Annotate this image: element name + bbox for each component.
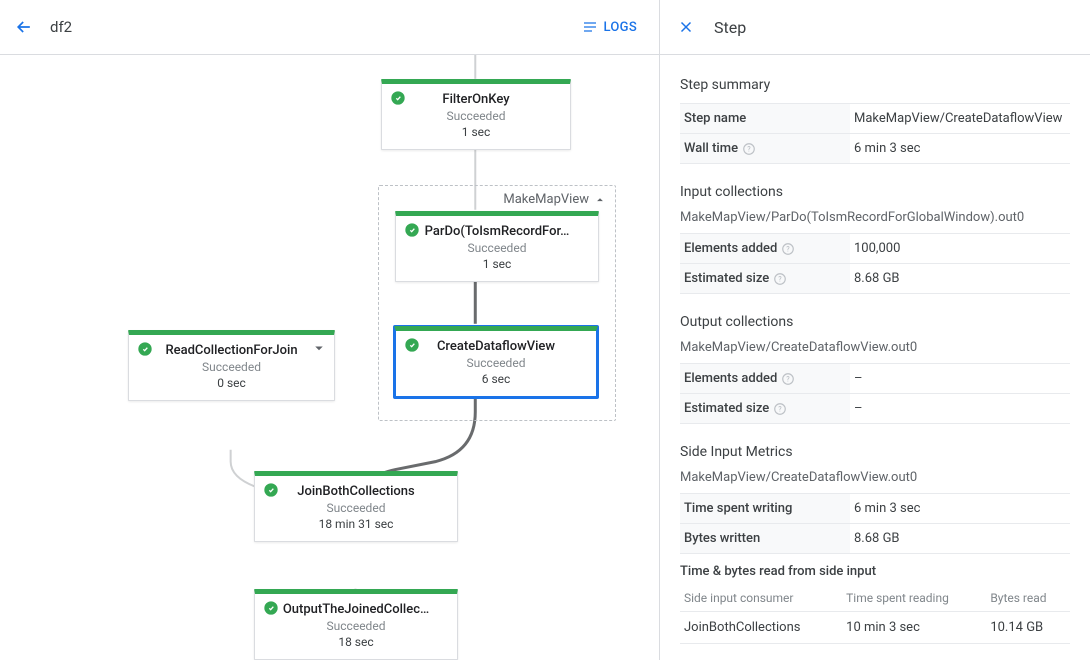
panel-title: Step [714, 18, 746, 37]
section-side-input: Side Input Metrics [680, 444, 1070, 460]
node-title: OutputTheJoinedCollec… [267, 602, 445, 617]
label-time-writing: Time spent writing [684, 501, 792, 516]
check-icon [263, 482, 279, 498]
check-icon [404, 337, 420, 353]
side-read-heading: Time & bytes read from side input [680, 564, 1070, 579]
node-title: FilterOnKey [394, 92, 558, 107]
value-estimated-size: 8.68 GB [850, 264, 1070, 294]
cell-consumer: JoinBothCollections [680, 612, 842, 644]
col-time: Time spent reading [842, 585, 986, 612]
job-name: df2 [50, 18, 72, 36]
section-output-collections: Output collections [680, 314, 1070, 330]
help-icon[interactable]: ? [773, 272, 787, 286]
help-icon[interactable]: ? [781, 372, 795, 386]
node-time: 1 sec [408, 257, 586, 271]
node-time: 18 sec [267, 635, 445, 649]
section-input-collections: Input collections [680, 184, 1070, 200]
node-status: Succeeded [141, 360, 322, 374]
cell-time: 10 min 3 sec [842, 612, 986, 644]
side-collection-name: MakeMapView/CreateDataflowView.out0 [680, 470, 1070, 485]
value-step-name: MakeMapView/CreateDataflowView [850, 104, 1070, 134]
composite-header[interactable]: MakeMapView [503, 192, 607, 207]
output-table: Elements added? – Estimated size? – [680, 363, 1070, 424]
svg-text:?: ? [779, 275, 783, 283]
label-elements-added: Elements added [684, 241, 777, 256]
chevron-up-icon [593, 193, 607, 207]
check-icon [404, 222, 420, 238]
col-consumer: Side input consumer [680, 585, 842, 612]
close-icon[interactable] [676, 17, 696, 37]
cell-bytes: 10.14 GB [986, 612, 1070, 644]
back-arrow-icon[interactable] [12, 15, 36, 39]
node-pardo[interactable]: ParDo(ToIsmRecordFor… Succeeded 1 sec [395, 211, 599, 282]
value-bytes-written: 8.68 GB [850, 524, 1070, 554]
node-status: Succeeded [267, 619, 445, 633]
node-status: Succeeded [394, 109, 558, 123]
value-out-estimated-size: – [850, 394, 1070, 424]
table-row: JoinBothCollections 10 min 3 sec 10.14 G… [680, 612, 1070, 644]
input-table: Elements added? 100,000 Estimated size? … [680, 233, 1070, 294]
node-title: CreateDataflowView [408, 339, 584, 354]
svg-text:?: ? [787, 245, 791, 253]
help-icon[interactable]: ? [781, 242, 795, 256]
node-status: Succeeded [408, 356, 584, 370]
label-bytes-written: Bytes written [684, 531, 760, 546]
output-collection-name: MakeMapView/CreateDataflowView.out0 [680, 340, 1070, 355]
node-readcollectionforjoin[interactable]: ReadCollectionForJoin Succeeded 0 sec [128, 330, 335, 401]
value-wall-time: 6 min 3 sec [850, 134, 1070, 164]
chevron-down-icon[interactable] [310, 339, 328, 357]
value-elements-added: 100,000 [850, 234, 1070, 264]
left-header: df2 LOGS [0, 0, 659, 55]
details-body: Step summary Step name MakeMapView/Creat… [660, 55, 1090, 660]
logs-button[interactable]: LOGS [572, 13, 648, 41]
label-out-estimated-size: Estimated size [684, 401, 769, 416]
value-out-elements-added: – [850, 364, 1070, 394]
section-step-summary: Step summary [680, 77, 1070, 93]
col-bytes: Bytes read [986, 585, 1070, 612]
node-title: ReadCollectionForJoin [141, 343, 322, 358]
summary-table: Step name MakeMapView/CreateDataflowView… [680, 103, 1070, 164]
svg-text:?: ? [747, 145, 751, 153]
logs-icon [582, 19, 598, 35]
label-wall-time: Wall time [684, 141, 738, 156]
help-icon[interactable]: ? [742, 142, 756, 156]
node-time: 6 sec [408, 372, 584, 386]
node-time: 18 min 31 sec [267, 517, 445, 531]
node-time: 1 sec [394, 125, 558, 139]
composite-label: MakeMapView [503, 192, 589, 207]
logs-label: LOGS [604, 20, 638, 35]
value-time-writing: 6 min 3 sec [850, 494, 1070, 524]
check-icon [137, 341, 153, 357]
side-table: Time spent writing 6 min 3 sec Bytes wri… [680, 493, 1070, 554]
side-read-table: Side input consumer Time spent reading B… [680, 585, 1070, 644]
svg-text:?: ? [779, 405, 783, 413]
input-collection-name: MakeMapView/ParDo(ToIsmRecordForGlobalWi… [680, 210, 1070, 225]
node-createdataflowview[interactable]: CreateDataflowView Succeeded 6 sec [394, 326, 598, 398]
details-pane: Step Step summary Step name MakeMapView/… [660, 0, 1090, 660]
node-title: JoinBothCollections [267, 484, 445, 499]
node-title: ParDo(ToIsmRecordFor… [408, 224, 586, 239]
node-outputjoined[interactable]: OutputTheJoinedCollec… Succeeded 18 sec [254, 589, 458, 660]
check-icon [263, 600, 279, 616]
label-step-name: Step name [684, 111, 746, 126]
graph-canvas[interactable]: MakeMapView FilterOnKey Succeeded 1 sec … [0, 55, 659, 660]
node-status: Succeeded [267, 501, 445, 515]
node-filteronkey[interactable]: FilterOnKey Succeeded 1 sec [381, 79, 571, 150]
node-status: Succeeded [408, 241, 586, 255]
svg-text:?: ? [787, 375, 791, 383]
check-icon [390, 90, 406, 106]
graph-pane: df2 LOGS MakeMapView [0, 0, 660, 660]
label-estimated-size: Estimated size [684, 271, 769, 286]
help-icon[interactable]: ? [773, 402, 787, 416]
node-joinbothcollections[interactable]: JoinBothCollections Succeeded 18 min 31 … [254, 471, 458, 542]
right-header: Step [660, 0, 1090, 55]
node-time: 0 sec [141, 376, 322, 390]
label-out-elements-added: Elements added [684, 371, 777, 386]
